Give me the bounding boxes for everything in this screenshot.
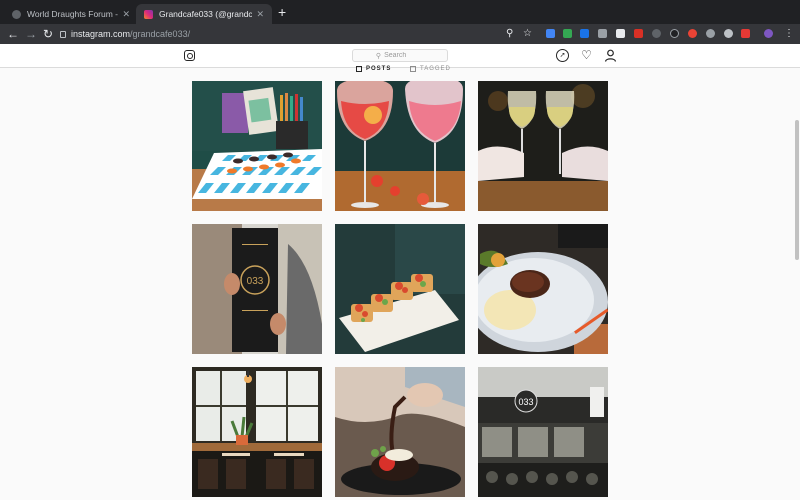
adblock-extension-icon[interactable] [634, 29, 643, 38]
reload-icon[interactable]: ↻ [43, 26, 53, 42]
bookmark-star-icon[interactable]: ☆ [523, 26, 532, 42]
post-thumbnail-wine-cheers[interactable] [478, 81, 608, 211]
extension-icon[interactable] [688, 29, 697, 38]
post-thumbnail-cafe-interior[interactable] [192, 367, 322, 497]
instagram-logo-icon[interactable] [184, 50, 195, 61]
post-thumbnail-bruschetta[interactable] [335, 224, 465, 354]
profile-person-icon[interactable] [604, 49, 617, 62]
tab-title: Grandcafe033 (@grandcafe033 [159, 9, 253, 19]
youtube-extension-icon[interactable] [741, 29, 750, 38]
browser-tab-forum[interactable]: World Draughts Forum - Index p ✕ [4, 4, 138, 24]
post-thumbnail-steak-plate[interactable] [478, 224, 608, 354]
svg-text:033: 033 [518, 397, 533, 407]
tab-label: TAGGED [420, 66, 451, 72]
search-field[interactable]: ⚲ [352, 49, 448, 62]
drive-extension-icon[interactable] [546, 29, 555, 38]
tab-tagged[interactable]: TAGGED [410, 66, 451, 72]
explore-compass-icon[interactable]: ➚ [556, 49, 569, 62]
grid-icon [356, 66, 362, 72]
search-input[interactable] [384, 52, 425, 59]
extension-icon[interactable] [616, 29, 625, 38]
search-icon[interactable]: ⚲ [506, 26, 513, 42]
url-host: instagram.com [71, 29, 131, 39]
page-scrollbar[interactable] [795, 120, 799, 260]
extension-icon[interactable] [598, 29, 607, 38]
check-extension-icon[interactable] [563, 29, 572, 38]
new-tab-icon[interactable]: + [278, 5, 286, 19]
browser-tab-bar: World Draughts Forum - Index p ✕ Grandca… [0, 0, 800, 24]
post-thumbnail-cafe-exterior[interactable]: 033 [478, 367, 608, 497]
menu-kebab-icon[interactable]: ⋮ [784, 26, 794, 42]
extension-icon[interactable] [670, 29, 679, 38]
post-thumbnail-draughts-board[interactable] [192, 81, 322, 211]
svg-text:033: 033 [247, 276, 264, 287]
browser-tab-instagram[interactable]: Grandcafe033 (@grandcafe033 ✕ [136, 4, 272, 24]
url-path: /grandcafe033/ [130, 29, 191, 39]
search-icon: ⚲ [375, 52, 382, 60]
address-bar[interactable]: instagram.com/grandcafe033/ [60, 26, 550, 42]
extension-icon[interactable] [706, 29, 715, 38]
lock-icon [60, 30, 66, 38]
tab-label: POSTS [366, 66, 392, 72]
extension-icon[interactable] [580, 29, 589, 38]
globe-icon [12, 9, 21, 19]
back-arrow-icon[interactable]: ← [7, 26, 19, 42]
post-thumbnail-dessert[interactable] [335, 367, 465, 497]
browser-toolbar: ← → ↻ instagram.com/grandcafe033/ ⚲ ☆ ⋮ [0, 24, 800, 44]
heart-icon[interactable]: ♡ [580, 49, 593, 62]
extension-icon[interactable] [724, 29, 733, 38]
profile-tabs: POSTS TAGGED [0, 66, 800, 78]
post-thumbnail-cocktails[interactable] [335, 81, 465, 211]
close-tab-icon[interactable]: ✕ [256, 9, 264, 20]
close-tab-icon[interactable]: ✕ [122, 9, 130, 20]
forward-arrow-icon[interactable]: → [25, 26, 37, 42]
tag-icon [410, 66, 416, 72]
avatar[interactable] [764, 29, 773, 38]
tab-title: World Draughts Forum - Index p [27, 9, 119, 19]
instagram-favicon-icon [144, 9, 153, 19]
post-thumbnail-menu[interactable]: 033 [192, 224, 322, 354]
posts-grid: 033 033 [192, 81, 608, 497]
instagram-header: ⚲ ➚ ♡ [0, 44, 800, 68]
tab-posts[interactable]: POSTS [356, 66, 391, 72]
extension-icon[interactable] [652, 29, 661, 38]
